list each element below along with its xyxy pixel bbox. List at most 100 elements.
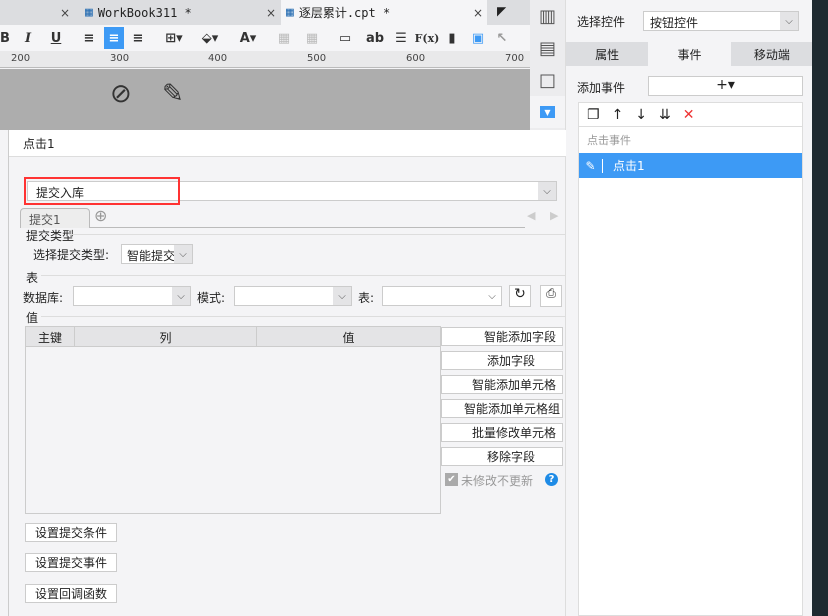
- image-icon[interactable]: ▣: [464, 27, 492, 49]
- design-canvas[interactable]: ⊘ ✎: [0, 69, 530, 130]
- remove-field-button[interactable]: 移除字段: [441, 447, 563, 466]
- highlight-box: [24, 177, 180, 205]
- chevron-down-icon: ⌵: [172, 287, 190, 305]
- desktop-edge: [812, 0, 828, 616]
- ruler-label: 600: [406, 53, 426, 64]
- underline-button[interactable]: U: [46, 27, 66, 49]
- table-label: 表:: [358, 291, 375, 305]
- value-table: 主键 列 值: [25, 326, 441, 514]
- tab-cpt[interactable]: ▦ 逐层累计.cpt * ×: [281, 0, 487, 25]
- set-callback-button[interactable]: 设置回调函数: [25, 584, 117, 603]
- dropdown-widget-icon[interactable]: ▼: [530, 96, 565, 128]
- dialog-title: 点击1: [9, 130, 566, 157]
- select-widget-label: 选择控件: [577, 15, 626, 29]
- side-toolbar: ▥ ▤ □ ▼: [530, 0, 565, 130]
- chevron-down-icon: ⌵: [780, 12, 798, 30]
- refresh-button[interactable]: ↻: [509, 285, 531, 307]
- layout-icon[interactable]: ▥: [530, 0, 565, 32]
- delete-icon[interactable]: ✕: [683, 107, 695, 123]
- section-table: 表: [26, 271, 39, 285]
- database-label: 数据库:: [23, 291, 64, 305]
- add-field-button[interactable]: 添加字段: [441, 351, 563, 370]
- event-item[interactable]: ✎ 点击1: [579, 153, 802, 178]
- bold-button[interactable]: B: [0, 27, 10, 49]
- tab-submit1[interactable]: 提交1: [20, 208, 90, 228]
- chart-icon[interactable]: ▮: [440, 27, 464, 49]
- scroll-right-icon[interactable]: ▶: [550, 209, 558, 222]
- divider: [41, 316, 565, 317]
- ruler-label: 700: [505, 53, 525, 64]
- batch-modify-cell-button[interactable]: 批量修改单元格: [441, 423, 563, 442]
- toolbar: B I U ≡ ≡ ≡ ⊞▾ ⬙▾ A▾ ▦ ▦ ▭ ab ☰ F(x) ▮ ▣…: [0, 25, 530, 51]
- event-dialog: 点击1 提交入库 ⌵ 提交1 ⊕ ◀ ▶ 提交类型 选择提交类型: 智能提交 ⌵ 表…: [8, 130, 566, 616]
- close-icon[interactable]: ×: [60, 6, 70, 20]
- panel-tabs: 属性 事件 移动端: [566, 42, 813, 66]
- tab-menu-icon[interactable]: ◤: [497, 4, 506, 18]
- event-list: ❐ ↑ ↓ ⇊ ✕ 点击事件 ✎ 点击1: [578, 102, 803, 616]
- move-bottom-icon[interactable]: ⇊: [659, 107, 671, 123]
- align-right-icon[interactable]: ≡: [124, 27, 152, 49]
- pointer-icon[interactable]: ↖: [492, 27, 512, 49]
- column-header-value[interactable]: 值: [257, 327, 440, 346]
- grid-icon[interactable]: ▦: [302, 27, 322, 49]
- submit-type-dropdown[interactable]: 智能提交 ⌵: [121, 244, 193, 264]
- formula-icon[interactable]: F(x): [414, 27, 440, 49]
- help-icon[interactable]: ?: [545, 473, 558, 486]
- arrow-down-icon[interactable]: ↓: [635, 107, 647, 123]
- smart-add-field-button[interactable]: 智能添加字段: [441, 327, 563, 346]
- table-header: 主键 列 值: [26, 327, 440, 347]
- tab-bar: × ▦ WorkBook311 * × ▦ 逐层累计.cpt * × ◤: [0, 0, 530, 25]
- tab-mobile[interactable]: 移动端: [731, 42, 813, 66]
- tab-workbook311[interactable]: ▦ WorkBook311 * ×: [80, 0, 280, 25]
- pencil-icon[interactable]: ✎: [162, 79, 184, 109]
- table-dropdown[interactable]: ⌵: [382, 286, 502, 306]
- add-event-button[interactable]: +▾: [648, 76, 803, 96]
- chevron-down-icon: ⌵: [483, 287, 501, 305]
- info-icon[interactable]: ▤: [530, 32, 565, 64]
- database-dropdown[interactable]: ⌵: [73, 286, 191, 306]
- paragraph-icon[interactable]: ☰: [388, 27, 414, 49]
- smart-add-cell-group-button[interactable]: 智能添加单元格组: [441, 399, 563, 418]
- align-center-icon[interactable]: ≡: [104, 27, 124, 49]
- scroll-left-icon[interactable]: ◀: [527, 209, 535, 222]
- edit-icon[interactable]: ✎: [579, 158, 603, 173]
- italic-button[interactable]: I: [10, 27, 46, 49]
- ruler-label: 500: [307, 53, 327, 64]
- tab-properties[interactable]: 属性: [566, 42, 648, 66]
- border-icon[interactable]: ⊞▾: [158, 27, 190, 49]
- set-submit-condition-button[interactable]: 设置提交条件: [25, 523, 117, 542]
- no-update-checkbox[interactable]: ✔: [445, 473, 458, 486]
- select-widget-value: 按钮控件: [650, 16, 699, 30]
- divider: [69, 234, 565, 235]
- eye-hidden-icon[interactable]: ⊘: [110, 79, 132, 109]
- select-widget-dropdown[interactable]: 按钮控件 ⌵: [643, 11, 799, 31]
- event-group-label: 点击事件: [587, 134, 631, 147]
- close-icon[interactable]: ×: [473, 6, 483, 20]
- tab-events[interactable]: 事件: [648, 42, 731, 66]
- copy-icon[interactable]: ❐: [587, 107, 600, 123]
- chevron-down-icon: ⌵: [333, 287, 351, 305]
- textfield-icon[interactable]: ▭: [328, 27, 362, 49]
- tab-1[interactable]: ×: [0, 0, 80, 25]
- tab-label: 逐层累计.cpt *: [298, 6, 391, 20]
- column-header-key[interactable]: 主键: [26, 327, 75, 346]
- smart-add-cell-button[interactable]: 智能添加单元格: [441, 375, 563, 394]
- arrow-up-icon[interactable]: ↑: [612, 107, 624, 123]
- fill-color-icon[interactable]: ⬙▾: [190, 27, 230, 49]
- schema-dropdown[interactable]: ⌵: [234, 286, 352, 306]
- frame-icon[interactable]: □: [530, 64, 565, 96]
- font-color-icon[interactable]: A▾: [230, 27, 266, 49]
- preview-button[interactable]: ⎙: [540, 285, 562, 307]
- section-submit-type: 提交类型: [26, 229, 75, 243]
- tab-label: WorkBook311 *: [97, 5, 192, 20]
- column-header-column[interactable]: 列: [75, 327, 257, 346]
- add-tab-icon[interactable]: ⊕: [94, 206, 107, 225]
- merge-icon[interactable]: ▦: [266, 27, 302, 49]
- close-icon[interactable]: ×: [266, 6, 276, 20]
- divider: [41, 275, 565, 276]
- text-icon[interactable]: ab: [362, 27, 388, 49]
- ruler-label: 400: [208, 53, 228, 64]
- section-value: 值: [26, 311, 39, 325]
- align-left-icon[interactable]: ≡: [74, 27, 104, 49]
- set-submit-event-button[interactable]: 设置提交事件: [25, 553, 117, 572]
